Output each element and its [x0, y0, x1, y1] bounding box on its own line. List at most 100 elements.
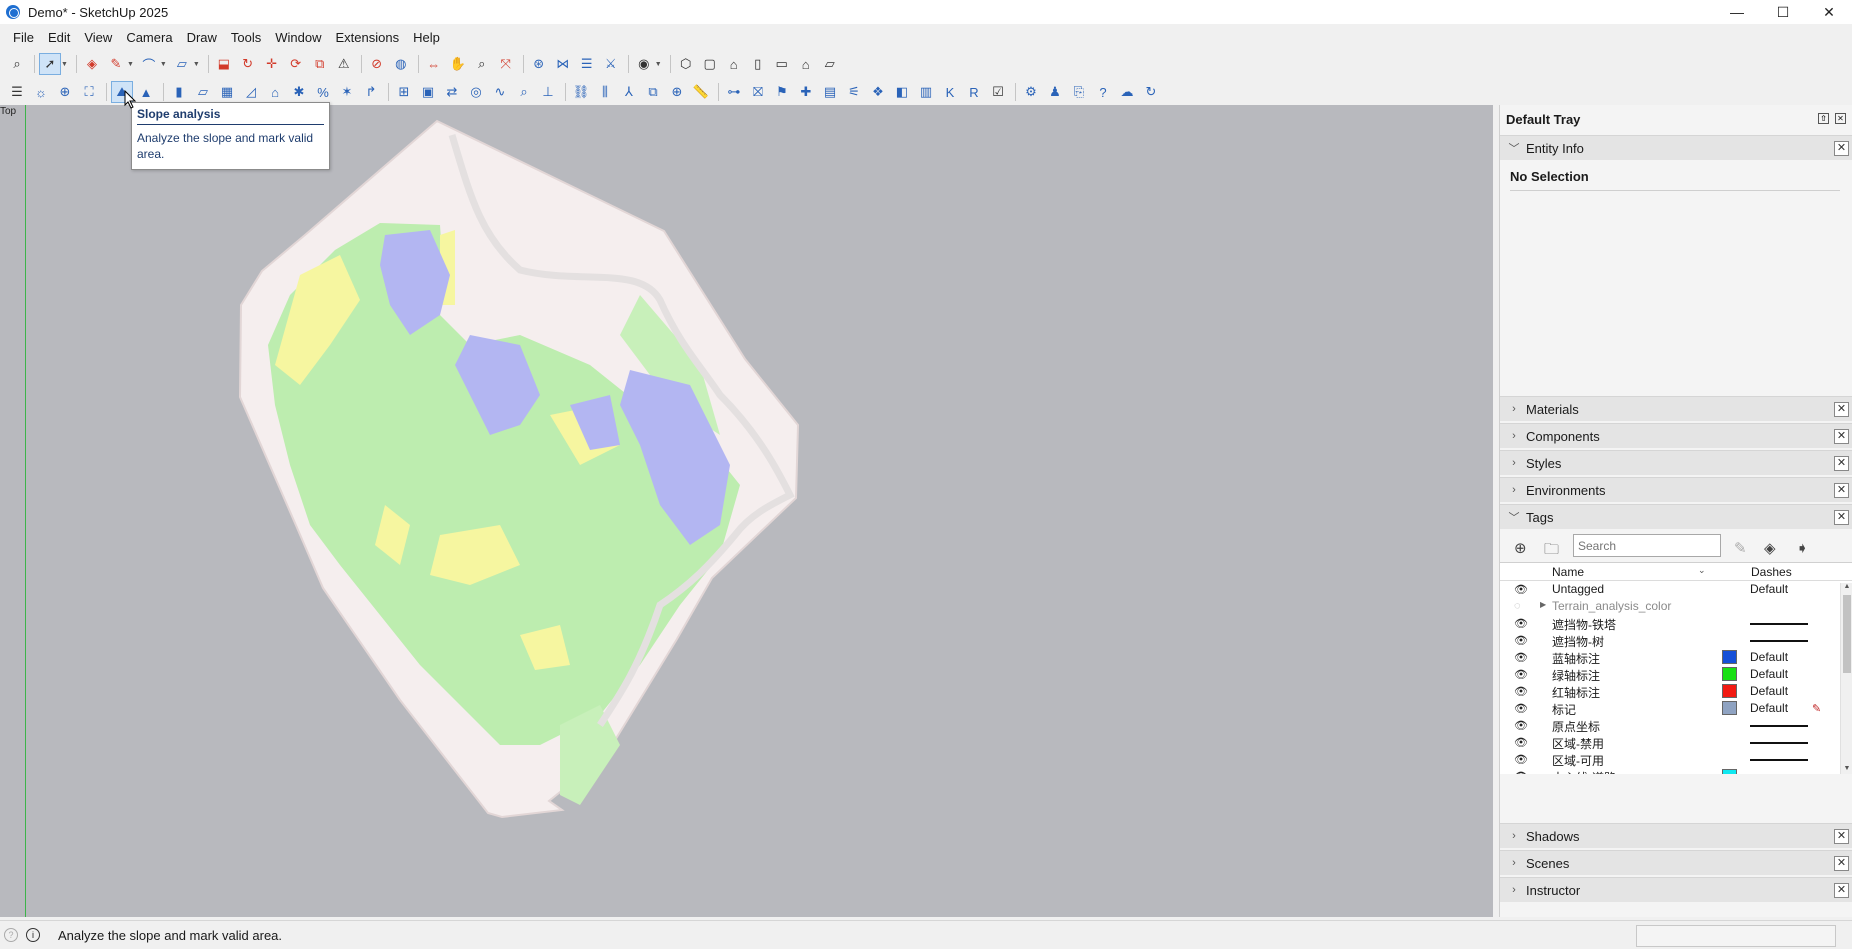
map-icon[interactable]: ⛝: [747, 81, 769, 103]
tag-row[interactable]: 👁 遮挡物-树: [1500, 632, 1852, 649]
column-dashes[interactable]: Dashes: [1751, 565, 1792, 579]
chevron-down-icon[interactable]: ▼: [127, 61, 134, 68]
rectangle-icon[interactable]: ▱: [171, 53, 193, 75]
panel-shadows[interactable]: › Shadows ✕: [1500, 823, 1852, 848]
geo-location-icon[interactable]: ?: [4, 928, 18, 942]
eye-icon[interactable]: 👁: [1514, 685, 1528, 698]
extension-warehouse-icon[interactable]: ⋈: [552, 53, 574, 75]
sun-icon[interactable]: ☼: [30, 81, 52, 103]
tag-row[interactable]: 👁 红轴标注 Default: [1500, 683, 1852, 700]
close-icon[interactable]: ✕: [1834, 883, 1849, 898]
details-icon[interactable]: ➧: [1796, 539, 1809, 557]
menu-window[interactable]: Window: [268, 27, 328, 49]
menu-camera[interactable]: Camera: [119, 27, 179, 49]
table-icon[interactable]: ▤: [819, 81, 841, 103]
gear-icon[interactable]: ⚙: [1020, 81, 1042, 103]
measurements-box[interactable]: [1636, 925, 1836, 947]
zoom-icon[interactable]: ⌕: [471, 53, 493, 75]
minimize-button[interactable]: —: [1714, 0, 1760, 24]
front-view-icon[interactable]: ⌂: [723, 53, 745, 75]
scrollbar-thumb[interactable]: [1843, 595, 1851, 673]
sliders-icon[interactable]: ⚟: [843, 81, 865, 103]
tag-color-swatch[interactable]: [1722, 650, 1737, 664]
percent-icon[interactable]: %: [312, 81, 334, 103]
dash-style[interactable]: Default: [1750, 582, 1788, 596]
panel-tags[interactable]: ﹀ Tags ✕: [1500, 504, 1852, 529]
eye-icon[interactable]: 👁: [1514, 617, 1528, 630]
tag-tool-icon[interactable]: ✎: [1734, 539, 1747, 557]
dash-style-line[interactable]: [1750, 640, 1808, 642]
checklist-icon[interactable]: ☑: [987, 81, 1009, 103]
scroll-down-icon[interactable]: ▼: [1841, 765, 1852, 774]
spiral-icon[interactable]: ◎: [465, 81, 487, 103]
dash-style-line[interactable]: [1750, 623, 1808, 625]
follow-me-icon[interactable]: ↻: [237, 53, 259, 75]
scale-box-icon[interactable]: ⧉: [642, 81, 664, 103]
eye-icon[interactable]: 👁: [1514, 753, 1528, 766]
add-tag-icon[interactable]: ⊕: [1514, 539, 1527, 557]
kwh-icon[interactable]: K: [939, 81, 961, 103]
close-icon[interactable]: ✕: [1834, 510, 1849, 525]
menu-extensions[interactable]: Extensions: [329, 27, 407, 49]
users-icon[interactable]: ♟: [1044, 81, 1066, 103]
eye-icon[interactable]: 👁: [1514, 668, 1528, 681]
tag-color-swatch[interactable]: [1722, 701, 1737, 715]
tag-name[interactable]: 区域-可用: [1552, 752, 1604, 769]
expand-triangle-icon[interactable]: ▶: [1540, 600, 1546, 609]
tag-row[interactable]: ◌ ▶ Terrain_analysis_color: [1500, 598, 1852, 615]
menu-file[interactable]: File: [6, 27, 41, 49]
dash-style-line[interactable]: [1750, 725, 1808, 727]
tag-row[interactable]: 👁 遮挡物-铁塔: [1500, 615, 1852, 632]
account-icon[interactable]: ◉: [633, 53, 655, 75]
dash-style[interactable]: Default: [1750, 667, 1788, 681]
cross-icon[interactable]: ✚: [795, 81, 817, 103]
column-name[interactable]: Name: [1552, 565, 1584, 579]
tower-icon[interactable]: ⌂: [264, 81, 286, 103]
tree-icon[interactable]: ✱: [288, 81, 310, 103]
chevron-down-icon[interactable]: ▼: [61, 61, 68, 68]
right-view-icon[interactable]: ▯: [747, 53, 769, 75]
close-icon[interactable]: ✕: [1834, 456, 1849, 471]
push-pull-icon[interactable]: ⬓: [213, 53, 235, 75]
panel-components[interactable]: › Components ✕: [1500, 423, 1852, 448]
chevron-down-icon[interactable]: ▼: [193, 61, 200, 68]
eye-icon[interactable]: 👁: [1514, 719, 1528, 732]
menu-help[interactable]: Help: [406, 27, 447, 49]
ramp-icon[interactable]: ◿: [240, 81, 262, 103]
add-box-icon[interactable]: ⊕: [666, 81, 688, 103]
curve-icon[interactable]: ∿: [489, 81, 511, 103]
chevron-down-icon[interactable]: ▼: [655, 61, 662, 68]
scroll-up-icon[interactable]: ▲: [1841, 583, 1852, 595]
orbit-icon[interactable]: ⇔: [423, 53, 445, 75]
bottom-view-icon[interactable]: ▱: [819, 53, 841, 75]
route-icon[interactable]: ⇄: [441, 81, 463, 103]
ruler-icon[interactable]: 📏: [690, 81, 712, 103]
arc-icon[interactable]: ⌒: [138, 53, 160, 75]
scale-icon[interactable]: ⧉: [309, 53, 331, 75]
tag-color-swatch[interactable]: [1722, 684, 1737, 698]
close-icon[interactable]: ✕: [1834, 856, 1849, 871]
close-icon[interactable]: ✕: [1834, 483, 1849, 498]
maximize-button[interactable]: ☐: [1760, 0, 1806, 24]
info-icon[interactable]: i: [26, 928, 40, 942]
tag-row[interactable]: 👁 区域-可用: [1500, 751, 1852, 768]
tray-close-icon[interactable]: ✕: [1835, 113, 1846, 124]
back-view-icon[interactable]: ▭: [771, 53, 793, 75]
pencil-icon[interactable]: ✎: [105, 53, 127, 75]
help-icon[interactable]: ?: [1092, 81, 1114, 103]
dash-style-line[interactable]: [1750, 742, 1808, 744]
eye-icon[interactable]: 👁: [1514, 634, 1528, 647]
close-icon[interactable]: ✕: [1834, 829, 1849, 844]
bounding-box-icon[interactable]: ⛶: [78, 81, 100, 103]
tag-row[interactable]: 👁 绿轴标注 Default: [1500, 666, 1852, 683]
panel-instructor[interactable]: › Instructor ✕: [1500, 877, 1852, 902]
zoom-extents-icon[interactable]: ⤧: [495, 53, 517, 75]
tag-row[interactable]: 👁 标记 Default ✎: [1500, 700, 1852, 717]
add-folder-icon[interactable]: 🗀: [1544, 539, 1559, 564]
layers-icon[interactable]: ☰: [576, 53, 598, 75]
export-icon[interactable]: ⎘: [1068, 81, 1090, 103]
select-tool-icon[interactable]: ➚: [39, 53, 61, 75]
eye-icon[interactable]: 👁: [1514, 651, 1528, 664]
anchor-icon[interactable]: ⊥: [537, 81, 559, 103]
tag-row[interactable]: 👁 蓝轴标注 Default: [1500, 649, 1852, 666]
